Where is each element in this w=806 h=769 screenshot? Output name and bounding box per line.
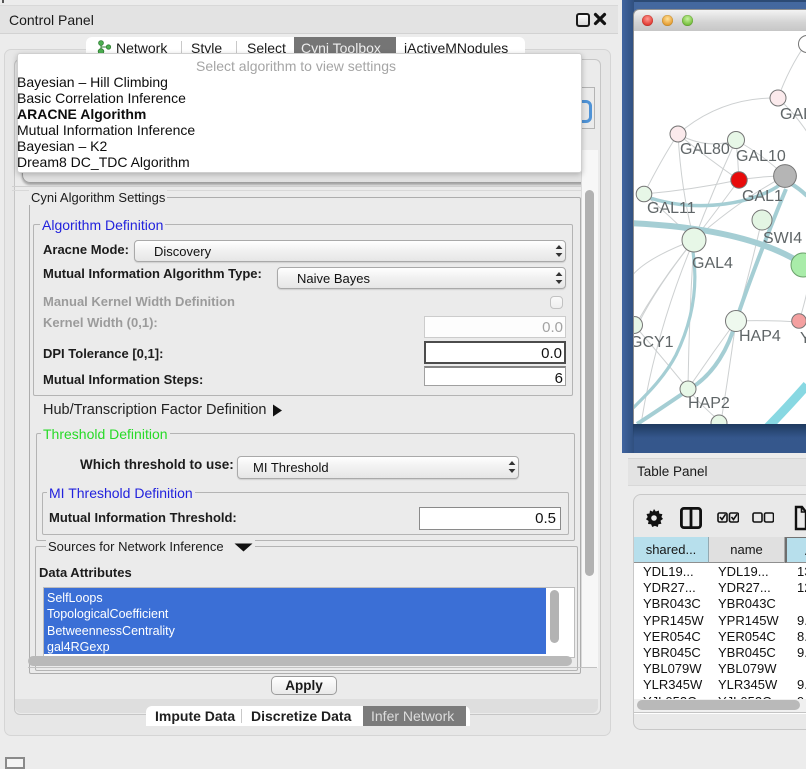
svg-text:GAL1: GAL1 [742,188,783,205]
svg-text:GAL11: GAL11 [647,200,696,217]
svg-text:GAL10: GAL10 [736,148,786,165]
svg-text:HAP4: HAP4 [739,328,781,345]
svg-text:HAP2: HAP2 [688,395,730,412]
svg-text:SWI4: SWI4 [763,230,802,247]
svg-text:GCY1: GCY1 [634,334,674,351]
svg-text:Y: Y [800,330,806,347]
svg-text:GAL4: GAL4 [692,255,733,272]
svg-text:GAL80: GAL80 [680,141,730,158]
svg-text:GAL: GAL [780,106,806,123]
